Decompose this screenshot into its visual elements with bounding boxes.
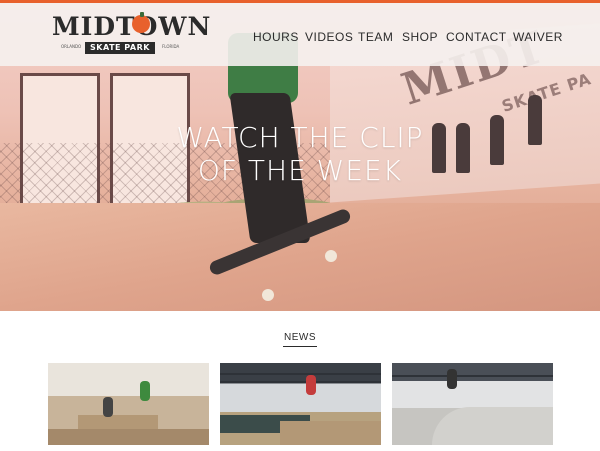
hero-title[interactable]: WATCH THE CLIP OF THE WEEK	[150, 121, 450, 187]
news-thumb-1[interactable]	[48, 363, 209, 445]
orange-icon	[132, 12, 150, 33]
hero-title-line-1: WATCH THE CLIP	[176, 121, 424, 154]
nav-waiver[interactable]: WAIVER	[513, 30, 563, 46]
news-heading: NEWS	[284, 332, 316, 343]
thumb-beam	[392, 375, 553, 377]
thumb-skater	[140, 381, 150, 401]
thumb-skater	[447, 369, 457, 389]
nav-shop[interactable]: SHOP	[402, 30, 438, 46]
news-thumb-3[interactable]	[392, 363, 553, 445]
hero-title-line-2: OF THE WEEK	[197, 154, 403, 187]
thumb-ramp	[280, 421, 381, 445]
thumb-skater	[306, 375, 316, 395]
thumb-floor	[48, 429, 209, 445]
thumb-person	[103, 397, 113, 417]
hero-person	[528, 95, 542, 145]
hero-person	[456, 123, 470, 173]
nav-videos[interactable]: VIDEOS	[305, 30, 353, 46]
nav-hours[interactable]: HOURS	[253, 30, 299, 46]
site-logo[interactable]: MIDTOWN ORLANDO SKATE PARK FLORIDA	[52, 12, 210, 56]
news-thumb-2[interactable]	[220, 363, 381, 445]
logo-city: ORLANDO	[61, 44, 82, 49]
logo-ribbon: SKATE PARK	[85, 42, 155, 54]
thumb-bowl	[432, 407, 553, 445]
hero-wheel	[325, 250, 337, 262]
hero-wheel	[262, 289, 274, 301]
hero-person	[490, 115, 504, 165]
news-heading-underline	[283, 346, 317, 347]
nav-contact[interactable]: CONTACT	[446, 30, 507, 46]
thumb-beam	[220, 381, 381, 383]
nav-team[interactable]: TEAM	[358, 30, 393, 46]
logo-state: FLORIDA	[162, 44, 180, 49]
thumb-beam	[220, 373, 381, 375]
site-header: MIDTOWN ORLANDO SKATE PARK FLORIDA HOURS…	[0, 3, 600, 66]
